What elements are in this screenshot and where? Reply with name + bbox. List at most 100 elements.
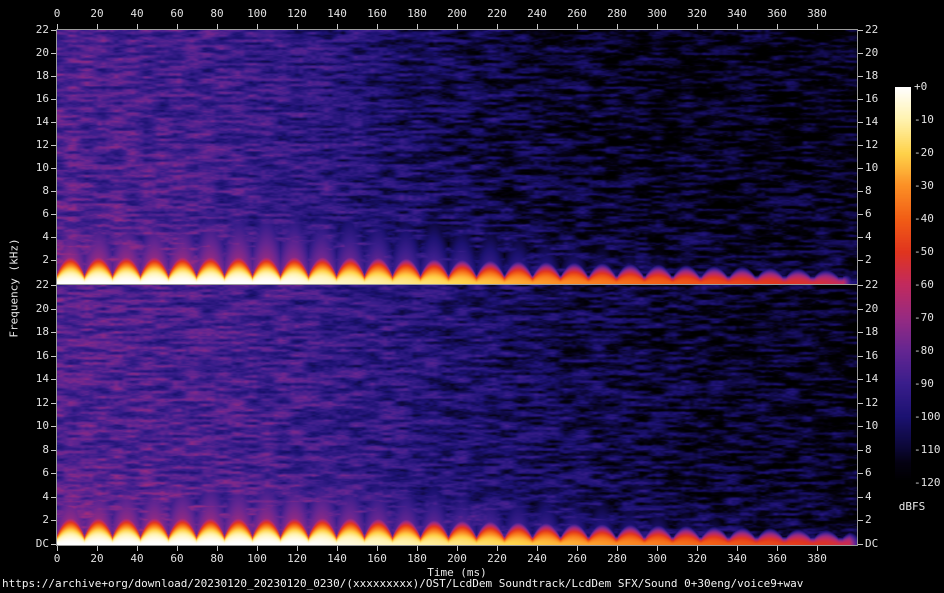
time-tick-label: 340: [727, 8, 747, 20]
frequency-tick-label: 10: [865, 420, 878, 432]
time-tick-mark: [177, 24, 178, 29]
spectrogram-canvas-channel-2: [57, 285, 857, 545]
frequency-tick-label: 12: [19, 139, 49, 151]
frequency-tick-label: 20: [19, 303, 49, 315]
colorbar-tick-label: -60: [914, 279, 934, 291]
frequency-tick-mark: [51, 379, 56, 380]
colorbar-canvas: [895, 87, 911, 483]
time-tick-mark: [297, 24, 298, 29]
time-tick-mark: [217, 24, 218, 29]
time-tick-label: 260: [567, 553, 587, 565]
time-tick-mark: [257, 546, 258, 551]
time-tick-label: 240: [527, 8, 547, 20]
frequency-tick-mark: [51, 168, 56, 169]
time-tick-mark: [137, 546, 138, 551]
time-tick-label: 240: [527, 553, 547, 565]
frequency-tick-label: 20: [865, 47, 878, 59]
frequency-tick-label: 2: [865, 254, 872, 266]
frequency-tick-label: 16: [19, 93, 49, 105]
frequency-tick-mark: [858, 260, 863, 261]
time-tick-label: 200: [447, 553, 467, 565]
time-tick-label: 320: [687, 8, 707, 20]
time-tick-label: 0: [54, 8, 61, 20]
frequency-tick-mark: [51, 473, 56, 474]
frequency-tick-label: 16: [19, 350, 49, 362]
frequency-tick-label: 2: [19, 514, 49, 526]
frequency-tick-mark: [858, 309, 863, 310]
time-tick-mark: [417, 546, 418, 551]
time-tick-label: 160: [367, 553, 387, 565]
frequency-tick-label: 10: [19, 162, 49, 174]
frequency-tick-label: 14: [865, 373, 878, 385]
colorbar-tick-label: -70: [914, 312, 934, 324]
time-tick-mark: [497, 24, 498, 29]
frequency-tick-mark: [858, 285, 863, 286]
frequency-tick-mark: [51, 426, 56, 427]
frequency-tick-label: 16: [865, 350, 878, 362]
frequency-tick-label: 14: [19, 373, 49, 385]
frequency-tick-mark: [51, 356, 56, 357]
time-tick-mark: [337, 24, 338, 29]
time-tick-label: 180: [407, 553, 427, 565]
frequency-tick-mark: [858, 379, 863, 380]
colorbar-tick-label: -40: [914, 213, 934, 225]
frequency-tick-label: 4: [19, 491, 49, 503]
time-tick-mark: [457, 546, 458, 551]
frequency-tick-mark: [51, 403, 56, 404]
frequency-tick-mark: [858, 473, 863, 474]
time-tick-mark: [297, 546, 298, 551]
time-tick-label: 220: [487, 8, 507, 20]
frequency-tick-mark: [51, 191, 56, 192]
spectrogram-panel-channel-1: [56, 29, 858, 285]
time-tick-mark: [817, 546, 818, 551]
frequency-tick-mark: [51, 520, 56, 521]
frequency-tick-label: 22: [865, 279, 878, 291]
time-tick-label: 160: [367, 8, 387, 20]
time-tick-mark: [57, 546, 58, 551]
frequency-axis-title: Frequency (kHz): [8, 238, 21, 337]
time-tick-mark: [137, 24, 138, 29]
frequency-tick-label: 2: [19, 254, 49, 266]
frequency-tick-mark: [51, 237, 56, 238]
frequency-tick-mark: [51, 99, 56, 100]
frequency-tick-mark: [51, 497, 56, 498]
time-tick-mark: [777, 24, 778, 29]
time-tick-label: 20: [90, 8, 103, 20]
time-tick-label: 300: [647, 553, 667, 565]
colorbar-tick-label: -50: [914, 246, 934, 258]
time-tick-mark: [657, 546, 658, 551]
time-tick-mark: [737, 546, 738, 551]
frequency-tick-mark: [858, 191, 863, 192]
frequency-tick-label: 6: [865, 467, 872, 479]
frequency-tick-label: 18: [19, 70, 49, 82]
frequency-tick-mark: [858, 30, 863, 31]
frequency-tick-mark: [858, 544, 863, 545]
colorbar-tick-label: -100: [914, 411, 941, 423]
time-tick-label: 0: [54, 553, 61, 565]
time-tick-mark: [497, 546, 498, 551]
frequency-tick-label: 4: [865, 491, 872, 503]
time-tick-mark: [377, 24, 378, 29]
frequency-tick-mark: [858, 356, 863, 357]
frequency-tick-label: 6: [19, 208, 49, 220]
frequency-tick-mark: [858, 403, 863, 404]
frequency-tick-label: 12: [865, 139, 878, 151]
frequency-tick-label: 6: [865, 208, 872, 220]
time-tick-label: 260: [567, 8, 587, 20]
colorbar-tick-label: -90: [914, 378, 934, 390]
colorbar-tick-label: -120: [914, 477, 941, 489]
frequency-tick-mark: [51, 53, 56, 54]
spectrogram-canvas-channel-1: [57, 30, 857, 284]
frequency-tick-mark: [51, 544, 56, 545]
frequency-tick-label: 20: [865, 303, 878, 315]
frequency-tick-label: 4: [865, 231, 872, 243]
frequency-tick-label: 8: [865, 185, 872, 197]
frequency-tick-label: 14: [865, 116, 878, 128]
frequency-tick-mark: [858, 53, 863, 54]
time-tick-mark: [417, 24, 418, 29]
frequency-tick-label: 2: [865, 514, 872, 526]
time-tick-mark: [57, 24, 58, 29]
time-tick-mark: [537, 546, 538, 551]
frequency-tick-label: 8: [19, 444, 49, 456]
time-tick-label: 360: [767, 8, 787, 20]
